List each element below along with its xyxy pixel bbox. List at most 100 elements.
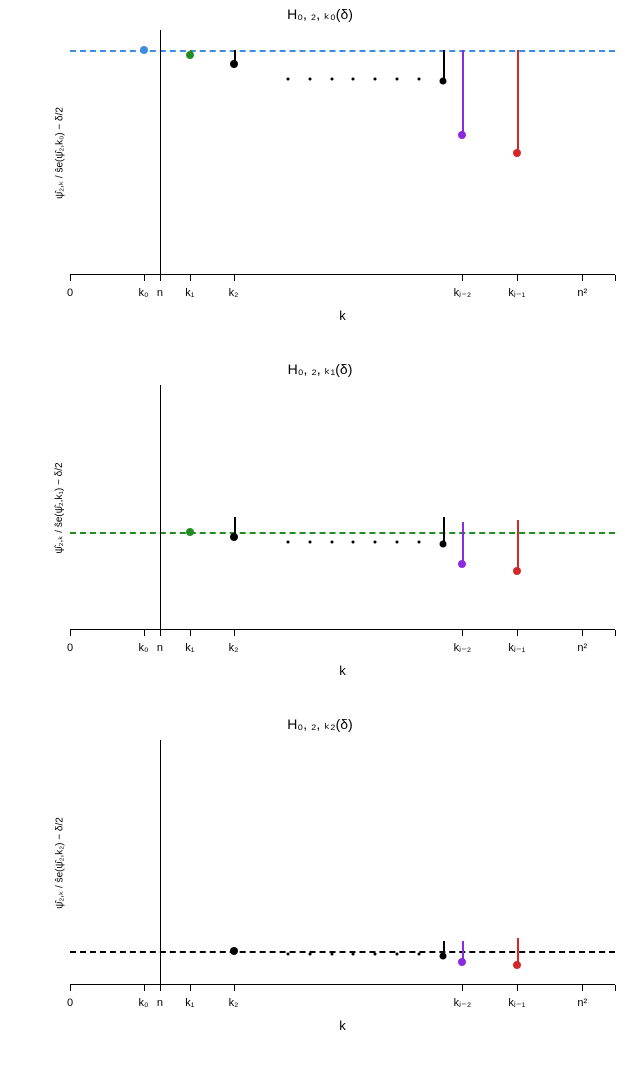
continuation-dot: [352, 953, 355, 956]
plot-area: ψ̂₂,ₖ / ŝe(ψ̂₂,k₂) − δ/20k₀nk₁k₂kⱼ₋₂kⱼ₋…: [70, 740, 615, 985]
x-axis: [70, 274, 615, 275]
x-tick: [160, 985, 161, 991]
x-tick: [190, 985, 191, 991]
x-tick-label: kⱼ₋₂: [454, 996, 472, 1009]
continuation-dot: [374, 953, 377, 956]
stem-dot: [440, 952, 447, 959]
reference-hline: [70, 951, 615, 953]
x-tick: [70, 630, 71, 636]
stem-dot-k1: [186, 51, 194, 59]
reference-hline: [70, 532, 615, 534]
continuation-dot: [308, 953, 311, 956]
x-tick: [462, 985, 463, 991]
x-tick-label: k₂: [229, 642, 239, 654]
stem-dot-kJ-1: [513, 567, 521, 575]
panel-1: H₀, ₂, ₖ₁(δ) ψ̂₂,ₖ / ŝe(ψ̂₂,k₁) − δ/20k₀…: [0, 355, 640, 710]
x-tick-label: k₂: [229, 997, 239, 1009]
stem-dot-kJ-1: [513, 149, 521, 157]
continuation-dot: [396, 78, 399, 81]
x-tick-label: n²: [577, 287, 587, 299]
reference-hline: [70, 50, 615, 52]
x-tick: [582, 985, 583, 991]
x-tick-label: n²: [577, 997, 587, 1009]
x-tick: [517, 630, 518, 636]
panel-0: H₀, ₂, ₖ₀(δ)ψ̂₂,ₖ / ŝe(ψ̂₂,k₀) − δ/20k₀…: [0, 0, 640, 355]
stem-dot-k2: [230, 533, 238, 541]
x-tick-label: k₁: [185, 287, 194, 299]
x-tick: [517, 275, 518, 281]
x-axis: [70, 984, 615, 985]
x-tick: [144, 630, 145, 636]
stem-dot-k1: [186, 528, 194, 536]
x-tick: [144, 985, 145, 991]
stem-dot-k2: [230, 60, 238, 68]
y-axis-label: ψ̂₂,ₖ / ŝe(ψ̂₂,k₀) − δ/2: [54, 107, 65, 199]
x-tick-label: kⱼ₋₂: [454, 286, 472, 299]
continuation-dot: [330, 78, 333, 81]
x-tick-label: kⱼ₋₁: [508, 286, 525, 299]
x-tick-label: k₀: [139, 642, 149, 654]
x-tick-label: 0: [67, 642, 73, 654]
x-tick: [234, 630, 235, 636]
figure-root: H₀, ₂, ₖ₀(δ)ψ̂₂,ₖ / ŝe(ψ̂₂,k₀) − δ/20k₀…: [0, 0, 640, 1065]
y-axis-label: ψ̂₂,ₖ / ŝe(ψ̂₂,k₂) − δ/2: [54, 817, 65, 909]
x-tick-label: kⱼ₋₂: [454, 641, 472, 654]
x-tick-label: n: [157, 287, 163, 299]
x-tick: [160, 275, 161, 281]
stem-dot-kJ-2: [458, 560, 466, 568]
x-tick: [70, 275, 71, 281]
x-tick-label: 0: [67, 287, 73, 299]
x-axis-label: k: [339, 308, 346, 323]
continuation-dot: [417, 78, 420, 81]
x-tick: [615, 275, 616, 281]
x-tick: [160, 630, 161, 636]
stem-kJ-1: [517, 520, 519, 571]
x-tick: [462, 275, 463, 281]
x-tick: [517, 985, 518, 991]
panel-title: H₀, ₂, ₖ₀(δ): [0, 6, 640, 23]
x-tick-label: k₂: [229, 287, 239, 299]
continuation-dot: [396, 540, 399, 543]
x-axis: [70, 629, 615, 630]
stem-dot: [440, 541, 447, 548]
x-tick: [144, 275, 145, 281]
continuation-dot: [374, 540, 377, 543]
x-tick-label: k₀: [139, 997, 149, 1009]
stem-dot-k0: [140, 46, 148, 54]
stem-kJ-2: [462, 522, 464, 564]
x-tick: [615, 985, 616, 991]
x-axis-label: k: [339, 1018, 346, 1033]
stem-dot-kJ-1: [513, 961, 521, 969]
x-tick: [234, 275, 235, 281]
vline-n: [160, 740, 161, 985]
stem-black-extra: [443, 50, 445, 82]
x-tick: [70, 985, 71, 991]
stem-dot: [440, 78, 447, 85]
x-axis-label: k: [339, 663, 346, 678]
stem-kJ-1: [517, 50, 519, 153]
x-tick-label: 0: [67, 997, 73, 1009]
x-tick-label: k₀: [139, 287, 149, 299]
x-tick-label: n: [157, 997, 163, 1009]
continuation-dot: [287, 78, 290, 81]
continuation-dot: [417, 540, 420, 543]
x-tick-label: n²: [577, 642, 587, 654]
x-tick-label: kⱼ₋₁: [508, 641, 525, 654]
panel-title: H₀, ₂, ₖ₁(δ): [0, 361, 640, 378]
continuation-dot: [308, 540, 311, 543]
x-tick-label: k₁: [185, 642, 194, 654]
stem-dot-k2: [230, 947, 238, 955]
x-tick-label: n: [157, 642, 163, 654]
continuation-dot: [308, 78, 311, 81]
panel-title: H₀, ₂, ₖ₂(δ): [0, 716, 640, 733]
x-tick: [190, 630, 191, 636]
stem-dot-kJ-2: [458, 958, 466, 966]
continuation-dot: [352, 540, 355, 543]
vline-n: [160, 385, 161, 630]
x-tick: [582, 630, 583, 636]
stem-kJ-2: [462, 50, 464, 136]
plot-area: ψ̂₂,ₖ / ŝe(ψ̂₂,k₀) − δ/20k₀nk₁k₂kⱼ₋₂kⱼ₋…: [70, 30, 615, 275]
vline-n: [160, 30, 161, 275]
continuation-dot: [287, 540, 290, 543]
plot-area: ψ̂₂,ₖ / ŝe(ψ̂₂,k₁) − δ/20k₀nk₁k₂kⱼ₋₂kⱼ₋…: [70, 385, 615, 630]
